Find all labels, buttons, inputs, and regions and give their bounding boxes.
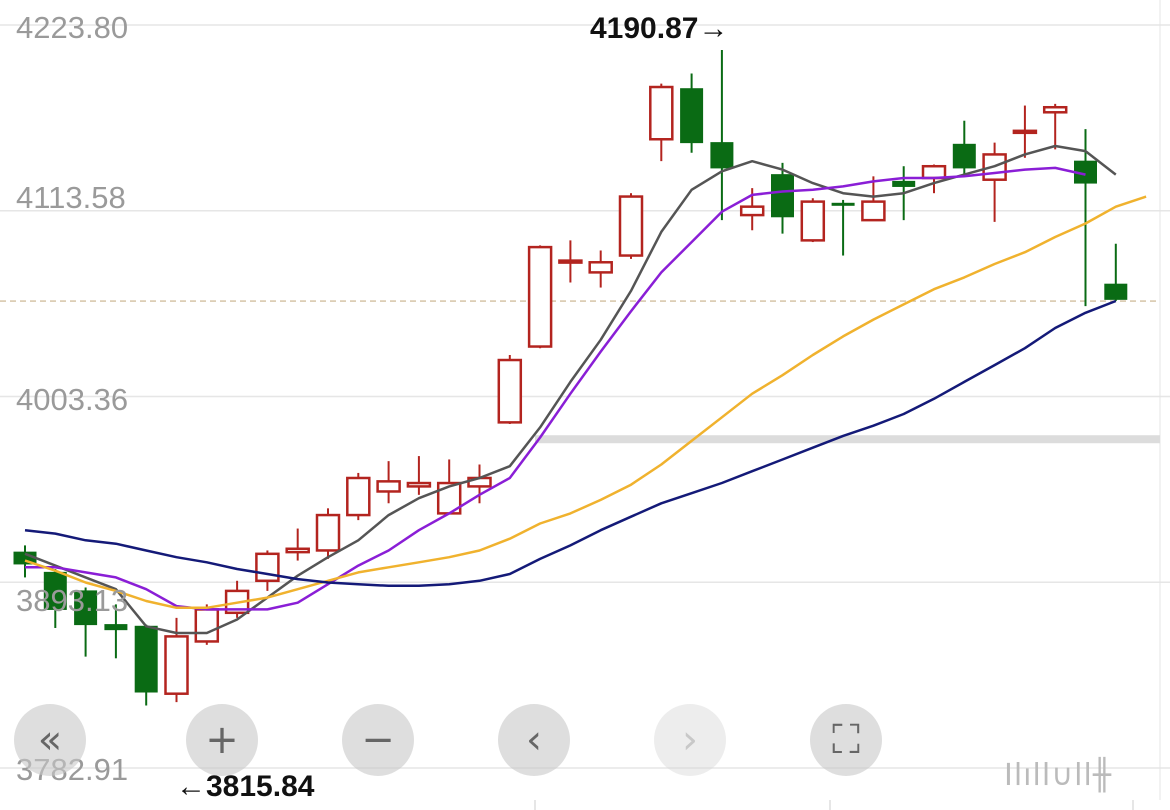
low-price-annotation: ←3815.84 — [176, 770, 315, 803]
brand-watermark: Ilıll∪ll╫ — [1004, 758, 1112, 793]
candle-body-up — [800, 200, 826, 242]
y-axis-label-top: 4223.80 — [16, 10, 129, 45]
candle-body-up — [497, 358, 523, 424]
candle-body-up — [1012, 129, 1038, 135]
candle-body-up — [649, 85, 674, 141]
candle-body-up — [588, 261, 613, 274]
candle-body-down — [710, 142, 734, 169]
candle-body-up — [406, 481, 432, 488]
price-band — [535, 435, 1160, 444]
candle-body-down — [831, 202, 855, 206]
candle-body-up — [618, 195, 644, 257]
y-axis-label-2: 4113.58 — [16, 180, 126, 215]
candle-body-down — [1104, 283, 1128, 300]
candle-body-up — [1042, 105, 1068, 114]
candle-body-up — [194, 608, 220, 643]
candle-body-up — [527, 245, 553, 348]
candle-body-up — [164, 635, 189, 695]
fullscreen-button[interactable]: ⛶ — [810, 704, 882, 776]
candle-body-up — [285, 547, 310, 554]
candle-body-up — [376, 480, 401, 493]
candle-body-up — [315, 513, 341, 552]
candle-body-up — [861, 200, 886, 222]
candle-body-down — [680, 88, 704, 144]
zoom-out-button[interactable]: − — [342, 704, 414, 776]
candle-body-up — [255, 552, 280, 583]
candle-body-down — [892, 180, 916, 187]
moving-average-line-3 — [24, 195, 1147, 610]
candle-body-up — [739, 205, 765, 217]
candlestick-chart — [0, 0, 1170, 810]
candle-body-down — [771, 174, 794, 218]
previous-button[interactable]: ‹ — [498, 704, 570, 776]
next-button[interactable]: › — [654, 704, 726, 776]
zoom-in-button[interactable]: + — [186, 704, 258, 776]
zoom-out-all-button[interactable]: « — [14, 704, 86, 776]
candle-body-down — [134, 625, 158, 693]
candle-body-up — [346, 476, 371, 517]
candle-body-up — [558, 259, 583, 264]
high-price-annotation: 4190.87→ — [590, 12, 729, 45]
moving-average-line-2 — [25, 166, 1086, 611]
candle-body-down — [104, 624, 128, 631]
candle-body-down — [952, 143, 976, 169]
candle-body-up — [921, 164, 947, 180]
moving-average-line-4 — [24, 299, 1117, 588]
y-axis-label-4: 3893.13 — [16, 583, 129, 618]
y-axis-label-3: 4003.36 — [16, 382, 129, 417]
